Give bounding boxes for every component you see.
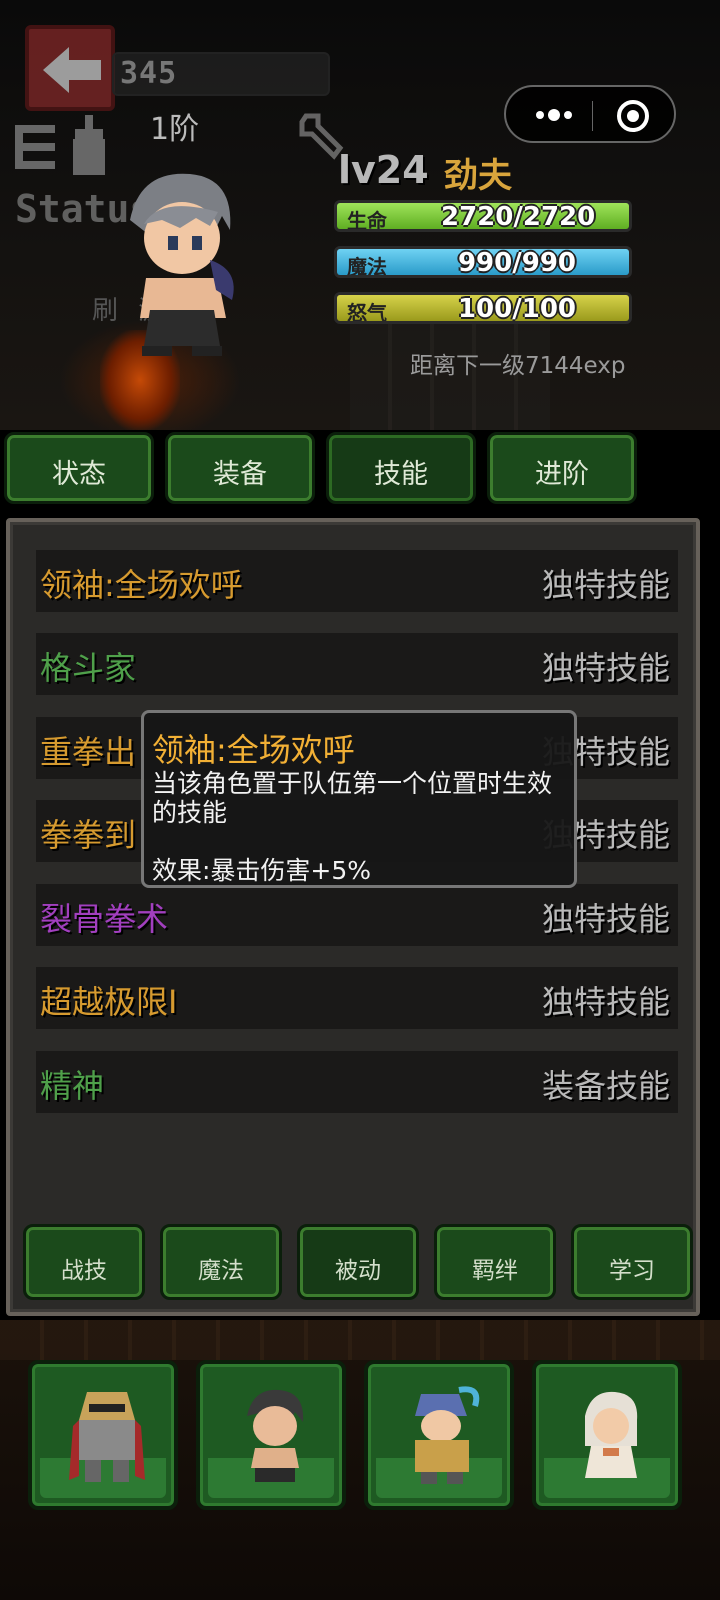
rank-label: 1阶 [150, 112, 200, 147]
hero-sprite [130, 173, 234, 356]
skill-name: 裂骨拳术 [40, 900, 169, 938]
stats-icon [15, 115, 105, 175]
more-dots-icon[interactable] [534, 104, 574, 126]
hp-label: 生命 [347, 209, 387, 232]
subtab-bond-label: 羁绊 [472, 1258, 518, 1284]
subtab-magic-label: 魔法 [198, 1258, 244, 1284]
level-label: lv24 [338, 148, 429, 192]
target-icon[interactable] [616, 99, 650, 133]
tooltip-effect: 效果:暴击伤害+5% [152, 856, 372, 885]
skill-type: 独特技能 [541, 649, 670, 687]
tab-status-label: 状态 [52, 459, 106, 490]
skill-row[interactable]: 领袖:全场欢呼 独特技能 [36, 550, 678, 612]
subtab-passive-label: 被动 [335, 1258, 381, 1284]
subtab-passive[interactable]: 被动 [297, 1224, 419, 1300]
back-button[interactable] [25, 25, 115, 111]
tab-skills[interactable]: 技能 [326, 432, 476, 504]
rage-label: 怒气 [347, 301, 387, 324]
paladin-icon [415, 1386, 480, 1484]
arrow-left-icon [43, 47, 101, 93]
hp-value: 2720/2720 [441, 202, 596, 232]
tab-equipment-label: 装备 [213, 459, 267, 490]
tab-advance-label: 进阶 [535, 459, 589, 490]
skill-row[interactable]: 超越极限I 独特技能 [36, 967, 678, 1029]
priestess-icon [585, 1391, 638, 1478]
party-slot-3[interactable] [364, 1360, 514, 1510]
rage-value: 100/100 [457, 294, 577, 324]
party-slot-4[interactable] [532, 1360, 682, 1510]
exp-to-next-level: 距离下一级7144exp [410, 353, 626, 379]
skill-type: 装备技能 [541, 1067, 670, 1105]
power-value: 345 [120, 56, 178, 91]
skill-row[interactable]: 裂骨拳术 独特技能 [36, 884, 678, 946]
mp-value: 990/990 [457, 248, 577, 278]
subtab-learn-label: 学习 [609, 1258, 655, 1284]
skill-name: 精神 [40, 1067, 105, 1105]
party-slot-2[interactable] [196, 1360, 346, 1510]
tab-skills-label: 技能 [374, 459, 428, 490]
skill-name: 重拳出 [40, 733, 137, 771]
tab-equipment[interactable]: 装备 [165, 432, 315, 504]
skill-name: 领袖:全场欢呼 [40, 566, 243, 604]
party-slot-1[interactable] [28, 1360, 178, 1510]
subtab-learn[interactable]: 学习 [571, 1224, 693, 1300]
skill-type: 独特技能 [541, 900, 670, 938]
rage-bar: 怒气 100/100 [334, 292, 632, 324]
skill-name: 格斗家 [40, 649, 137, 687]
miniapp-capsule [504, 85, 676, 143]
skill-type: 独特技能 [541, 983, 670, 1021]
subtab-magic[interactable]: 魔法 [160, 1224, 282, 1300]
hp-bar: 生命 2720/2720 [334, 200, 632, 232]
capsule-divider [592, 101, 593, 131]
tooltip-description: 当该角色置于队伍第一个位置时生效的技能 [152, 769, 553, 827]
skill-row[interactable]: 精神 装备技能 [36, 1051, 678, 1113]
tab-advance[interactable]: 进阶 [487, 432, 637, 504]
subtab-combat[interactable]: 战技 [23, 1224, 145, 1300]
skill-tooltip: 领袖:全场欢呼 当该角色置于队伍第一个位置时生效的技能 效果:暴击伤害+5% [141, 710, 577, 888]
skill-name: 超越极限I [40, 983, 178, 1021]
job-label: 劲夫 [444, 156, 512, 196]
mp-label: 魔法 [347, 255, 387, 278]
skill-row[interactable]: 格斗家 独特技能 [36, 633, 678, 695]
skill-panel: 领袖:全场欢呼 独特技能 格斗家 独特技能 重拳出 独特技能 拳拳到 独特技能 … [6, 518, 700, 1316]
fighter-icon [247, 1389, 304, 1482]
subtab-combat-label: 战技 [61, 1258, 107, 1284]
skill-type: 独特技能 [541, 566, 670, 604]
armored-knight-icon [69, 1392, 145, 1482]
skill-name: 拳拳到 [40, 816, 137, 854]
mp-bar: 魔法 990/990 [334, 246, 632, 278]
subtab-bond[interactable]: 羁绊 [434, 1224, 556, 1300]
tab-status[interactable]: 状态 [4, 432, 154, 504]
status-logo: Status [15, 115, 152, 231]
tooltip-title: 领袖:全场欢呼 [152, 731, 355, 769]
